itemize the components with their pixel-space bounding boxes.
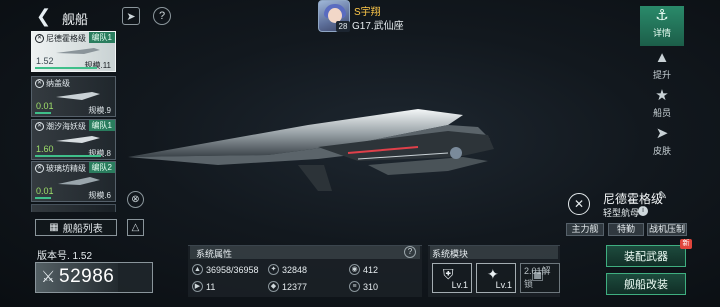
filter-icon[interactable]: △ [127,219,144,236]
ship-card-3[interactable]: ✕ 玻璃坊精级 编队2 0.01 规模.6 [31,161,116,202]
page-title: 舰船 [62,12,89,27]
ship-card-2[interactable]: ✕ 潮汐海妖级 编队1 1.60 规模.8 [31,119,116,160]
fleet-badge: 编队1 [88,32,115,43]
ship-name: 尼德霍格级 [603,192,664,206]
ship-card-scale: 规模.6 [88,191,111,200]
attr-energy-value: 12377 [282,281,308,292]
attr-speed: ▶ 11 [192,281,215,292]
attr-shield: ◉ 412 [349,264,378,275]
attr-shield-value: 412 [363,264,379,275]
attributes-detail-icon[interactable]: ? [404,246,416,258]
player-level-badge: 28 [336,21,350,32]
modules-title: 系统模块 [432,249,469,259]
ship-card-bar [35,155,101,157]
attr-hull: ▲ 36958/36958 [192,264,259,275]
upgrade-icon: ▲ [654,49,670,66]
crew-icon: ★ [655,87,669,104]
attack-icon: ✦ [268,264,279,275]
ship-class-emblem-icon: ✕ [568,193,590,215]
info-icon[interactable]: i [638,206,648,216]
ship-type: 轻型航母 [603,208,640,218]
tag-main: 主力舰 [566,223,604,236]
nav-details[interactable]: ⚓ 详情 [640,6,684,46]
details-icon: ⚓ [655,7,669,24]
ship-class-icon: ✕ [35,34,44,43]
ship-card-1[interactable]: ✕ 纳盖级 0.01 规模.9 [31,76,116,117]
ship-card-bar [35,67,97,69]
ship-card-partial[interactable] [31,204,116,212]
attr-speed-value: 11 [206,281,216,292]
ship-thumbnail-icon [58,177,100,185]
ship-card-name: 纳盖级 [46,79,70,88]
ship-thumbnail-icon [56,48,100,54]
module-slot-2[interactable]: ▣ 2.01解锁 [520,263,560,293]
ship-card-0[interactable]: ✕ 尼德霍格级 编队1 1.52 规模.11 [31,31,116,72]
ship-card-name: 玻璃坊精级 [46,164,86,173]
player-server: G17.武仙座 [352,21,404,32]
ship-card-value: 1.52 [36,56,54,66]
edit-icon[interactable]: ✎ [658,189,667,202]
nav-details-label: 详情 [652,28,671,38]
ship-thumbnail-icon [56,136,100,143]
attr-armor-value: 310 [363,281,379,292]
nav-upgrade-label: 提升 [652,70,671,80]
hull-icon: ▲ [192,264,203,275]
speed-icon: ▶ [192,281,203,292]
rocket-icon[interactable]: ➤ [122,7,140,25]
ship-card-value: 0.01 [36,101,54,111]
attr-armor: ≡ 310 [349,281,378,292]
ship-card-name: 尼德霍格级 [46,34,86,43]
fleet-badge: 编队2 [88,162,115,173]
module-unlock-label: 2.01解锁 [524,266,551,289]
skin-icon: ➤ [655,125,669,142]
ship-card-bar [35,197,51,199]
back-button[interactable]: ❮ [36,7,52,25]
nav-skin-label: 皮肤 [652,146,671,156]
nav-upgrade[interactable]: ▲ 提升 [640,48,684,88]
player-name: S宇翔 [354,7,381,18]
attributes-title: 系统属性 [196,249,233,259]
attr-hull-value: 36958/36958 [206,264,259,275]
ship-card-value: 1.60 [36,144,54,154]
ship-class-icon: ✕ [35,79,44,88]
version-label: 版本号. 1.52 [37,251,93,262]
new-badge: 新 [680,239,692,249]
energy-icon: ◆ [268,281,279,292]
tag-special: 特勤 [608,223,644,236]
module-level: Lv.1 [495,280,512,290]
nav-skin[interactable]: ➤ 皮肤 [640,124,684,164]
ship-card-name: 潮汐海妖级 [46,122,86,131]
power-value: 52986 [59,266,115,287]
ship-class-icon: ✕ [35,164,44,173]
tag-fighter: 战机压制 [647,223,687,236]
fleet-badge: 编队1 [88,120,115,131]
ship-model [128,109,494,191]
equip-weapon-button[interactable]: 装配武器 [606,245,686,267]
nav-crew-label: 船员 [652,108,671,118]
module-level: Lv.1 [451,280,468,290]
modify-ship-button[interactable]: 舰船改装 [606,273,686,295]
ship-card-scale: 规模.8 [88,149,111,158]
attr-attack: ✦ 32848 [268,264,307,275]
help-icon[interactable]: ? [153,7,171,25]
armor-icon: ≡ [349,281,360,292]
ship-card-bar [35,112,51,114]
fleet-list-button[interactable]: ▦ 舰船列表 [35,219,117,236]
ship-card-scale: 规模.11 [84,61,111,70]
ship-class-icon: ✕ [35,122,44,131]
ship-card-value: 0.01 [36,186,54,196]
attr-attack-value: 32848 [282,264,308,275]
attr-energy: ◆ 12377 [268,281,307,292]
module-slot-1[interactable]: ✦ Lv.1 [476,263,516,293]
fleet-list-label: 舰船列表 [62,224,103,235]
ship-card-scale: 规模.9 [88,106,111,115]
grid-icon: ▦ [49,222,59,233]
module-slot-0[interactable]: ⛨ Lv.1 [432,263,472,293]
crossed-swords-icon: ⚔ [41,269,56,286]
ship-thumbnail-icon [56,92,100,100]
nav-crew[interactable]: ★ 船员 [640,86,684,126]
shield-icon: ◉ [349,264,360,275]
